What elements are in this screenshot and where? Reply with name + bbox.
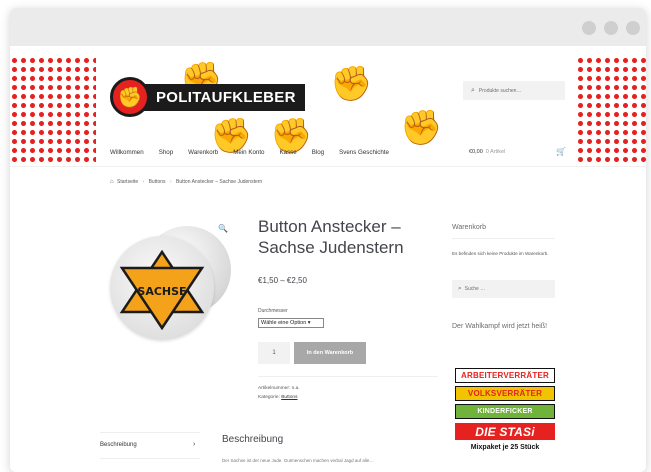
cart-total: €0,00 [469,149,483,155]
breadcrumb-category[interactable]: Buttons [149,179,166,185]
window-control-2[interactable] [604,21,618,35]
description-heading: Beschreibung [222,434,284,445]
breadcrumb-separator: › [142,179,145,185]
category-label: Kategorie: [258,395,280,400]
sidebar-cart-empty-text: Es befinden sich keine Produkte im Waren… [452,251,549,256]
sticker-promo-banner[interactable]: ARBEITERVERRÄTER VOLKSVERRÄTER KINDERFIC… [455,366,555,462]
window-control-3[interactable] [626,21,640,35]
breadcrumb: ⌂ Startseite › Buttons › Button Anstecke… [110,179,262,185]
category-link[interactable]: Buttons [281,395,297,400]
divider [100,458,200,459]
raised-fist-icon: ✊ [110,77,150,117]
site-header: ✊ ✊ ✊ ✊ ✊ ✊ POLITAUFKLEBER ⌕ Produkte su… [10,46,646,166]
zoom-icon[interactable]: 🔍 [218,224,228,233]
sidebar-cart-heading: Warenkorb [452,224,486,231]
breadcrumb-current: Button Anstecker – Sachse Judenstern [176,179,263,185]
product-title: Button Anstecker – Sachse Judenstern [258,217,404,257]
nav-item-shop[interactable]: Shop [159,149,173,156]
cart-count: 0 Artikel [485,149,506,155]
header-cart-link[interactable]: €0,00 0 Artikel [469,149,505,155]
banner-line-3: KINDERFICKER [455,404,555,419]
variation-select[interactable]: Wähle eine Option ▾ [258,318,324,328]
sidebar-promo-text: Der Wahlkampf wird jetzt heiß! [452,323,548,330]
nav-item-willkommen[interactable]: Willkommen [110,149,144,156]
product-price: €1,50 – €2,50 [258,276,307,285]
banner-line-1: ARBEITERVERRÄTER [455,368,555,383]
nav-item-mein-konto[interactable]: Mein Konto [233,149,264,156]
polka-dot-decoration-left [10,56,96,166]
search-placeholder: Produkte suchen… [478,87,522,94]
site-logo[interactable]: ✊ POLITAUFKLEBER [110,77,305,117]
fist-background-icon: ✊ [330,65,373,103]
quantity-input[interactable]: 1 [258,342,290,364]
logo-text: POLITAUFKLEBER [140,83,305,111]
product-search-input[interactable]: ⌕ Produkte suchen… [463,81,565,100]
banner-line-4: DIE STASi [455,423,555,440]
banner-footer: Mixpaket je 25 Stück [470,444,540,451]
search-icon: ⌕ [471,86,475,94]
star-badge-graphic: SACHSE [119,250,205,330]
product-sku: Artikelnummer: n.a. [258,386,300,391]
star-text: SACHSE [137,285,186,298]
nav-item-svens-geschichte[interactable]: Svens Geschichte [339,149,389,156]
chevron-right-icon: › [193,441,196,448]
product-meta: Artikelnummer: n.a. Kategorie: Buttons [258,384,300,402]
window-control-1[interactable] [582,21,596,35]
variation-label: Durchmesser [258,308,288,314]
basket-icon[interactable]: 🛒 [556,147,566,156]
nav-item-blog[interactable]: Blog [312,149,324,156]
breadcrumb-home[interactable]: Startseite [117,179,138,185]
banner-line-2: VOLKSVERRÄTER [455,386,555,401]
main-navigation: Willkommen Shop Warenkorb Mein Konto Kas… [110,149,404,156]
window-titlebar [10,8,646,46]
breadcrumb-bar: ⌂ Startseite › Buttons › Button Anstecke… [10,166,646,200]
fist-background-icon: ✊ [400,109,443,147]
variation-selected-value: Wähle eine Option [261,320,307,326]
divider [258,376,438,377]
product-category: Kategorie: Buttons [258,393,300,402]
search-icon: ⌕ [458,285,462,292]
breadcrumb-separator: › [169,179,172,185]
description-text: Der Sachse ist der neue Jude. Gutmensche… [222,458,374,463]
sidebar-search-input[interactable]: ⌕ Suche … [452,280,555,298]
divider [452,238,555,239]
polka-dot-decoration-right [576,56,646,166]
nav-item-kasse[interactable]: Kasse [280,149,297,156]
sidebar-search-placeholder: Suche … [464,286,486,292]
divider [100,432,200,433]
add-to-cart-button[interactable]: In den Warenkorb [294,342,366,364]
home-icon[interactable]: ⌂ [110,179,114,185]
tab-beschreibung[interactable]: Beschreibung [100,442,200,448]
nav-item-warenkorb[interactable]: Warenkorb [188,149,218,156]
